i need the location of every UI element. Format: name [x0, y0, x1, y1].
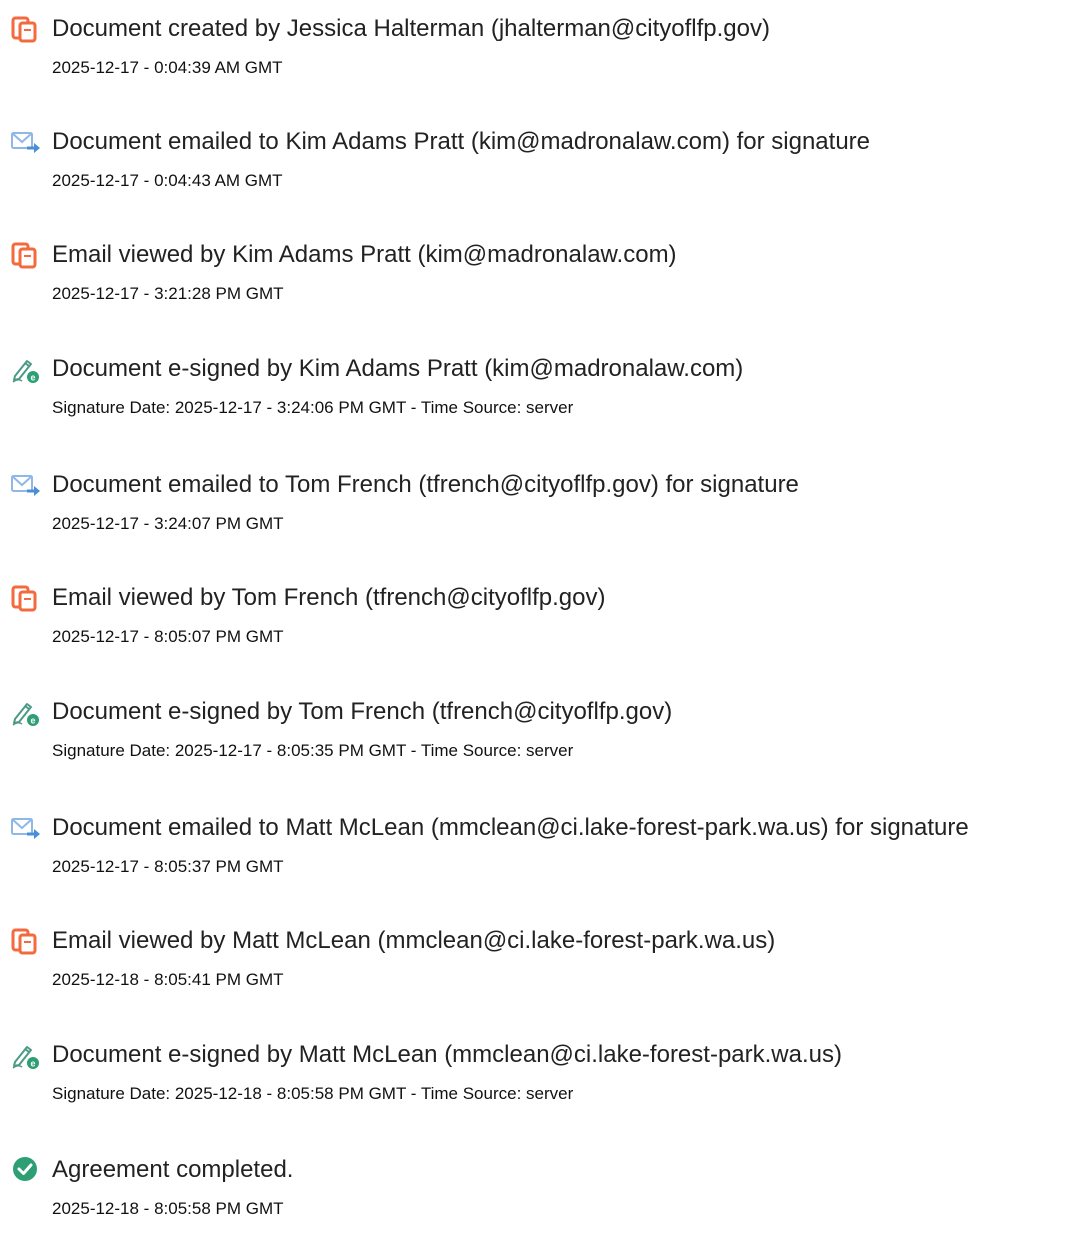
event-title: Document e-signed by Kim Adams Pratt (ki… — [52, 355, 744, 382]
audit-event: Email viewed by Matt McLean (mmclean@ci.… — [0, 926, 1068, 1016]
event-title: Email viewed by Matt McLean (mmclean@ci.… — [52, 927, 776, 954]
email-sent-icon — [10, 813, 40, 843]
event-title: Document emailed to Tom French (tfrench@… — [52, 471, 799, 498]
audit-event: Document created by Jessica Halterman (j… — [0, 14, 1068, 104]
event-title: Email viewed by Kim Adams Pratt (kim@mad… — [52, 241, 677, 268]
email-viewed-icon — [10, 240, 40, 270]
event-title: Document emailed to Matt McLean (mmclean… — [52, 814, 969, 841]
email-viewed-icon — [10, 583, 40, 613]
event-timestamp: 2025-12-17 - 3:24:07 PM GMT — [52, 514, 284, 533]
event-title: Document e-signed by Matt McLean (mmclea… — [52, 1041, 842, 1068]
email-sent-icon — [10, 470, 40, 500]
audit-event: Agreement completed. 2025-12-18 - 8:05:5… — [0, 1155, 1068, 1245]
audit-event: Document emailed to Tom French (tfrench@… — [0, 470, 1068, 560]
esign-pen-icon: e — [10, 354, 40, 384]
svg-text:e: e — [30, 716, 35, 726]
event-timestamp: 2025-12-17 - 8:05:07 PM GMT — [52, 627, 284, 646]
svg-text:e: e — [30, 373, 35, 383]
event-title: Document emailed to Kim Adams Pratt (kim… — [52, 128, 871, 155]
event-timestamp: 2025-12-18 - 8:05:58 PM GMT — [52, 1199, 284, 1218]
audit-event: Document emailed to Matt McLean (mmclean… — [0, 813, 1068, 903]
event-title: Agreement completed. — [52, 1156, 294, 1183]
email-viewed-icon — [10, 926, 40, 956]
event-title: Document e-signed by Tom French (tfrench… — [52, 698, 673, 725]
event-title: Document created by Jessica Halterman (j… — [52, 15, 770, 42]
agreement-completed-check-icon — [10, 1155, 40, 1185]
event-timestamp: 2025-12-18 - 8:05:41 PM GMT — [52, 970, 284, 989]
event-signature-date: Signature Date: 2025-12-17 - 3:24:06 PM … — [52, 398, 574, 417]
audit-event-list: Document created by Jessica Halterman (j… — [0, 0, 1068, 1226]
audit-event: Document emailed to Kim Adams Pratt (kim… — [0, 127, 1068, 217]
audit-event: Email viewed by Tom French (tfrench@city… — [0, 583, 1068, 673]
event-title: Email viewed by Tom French (tfrench@city… — [52, 584, 606, 611]
svg-text:e: e — [30, 1059, 35, 1069]
audit-event: e Document e-signed by Matt McLean (mmcl… — [0, 1040, 1068, 1130]
audit-event: e Document e-signed by Tom French (tfren… — [0, 697, 1068, 787]
audit-event: e Document e-signed by Kim Adams Pratt (… — [0, 354, 1068, 444]
email-sent-icon — [10, 127, 40, 157]
event-timestamp: 2025-12-17 - 3:21:28 PM GMT — [52, 284, 284, 303]
event-signature-date: Signature Date: 2025-12-18 - 8:05:58 PM … — [52, 1084, 574, 1103]
document-created-icon — [10, 14, 40, 44]
event-signature-date: Signature Date: 2025-12-17 - 8:05:35 PM … — [52, 741, 574, 760]
esign-pen-icon: e — [10, 697, 40, 727]
event-timestamp: 2025-12-17 - 0:04:39 AM GMT — [52, 58, 283, 77]
event-timestamp: 2025-12-17 - 8:05:37 PM GMT — [52, 857, 284, 876]
esign-pen-icon: e — [10, 1040, 40, 1070]
audit-event: Email viewed by Kim Adams Pratt (kim@mad… — [0, 240, 1068, 330]
event-timestamp: 2025-12-17 - 0:04:43 AM GMT — [52, 171, 283, 190]
